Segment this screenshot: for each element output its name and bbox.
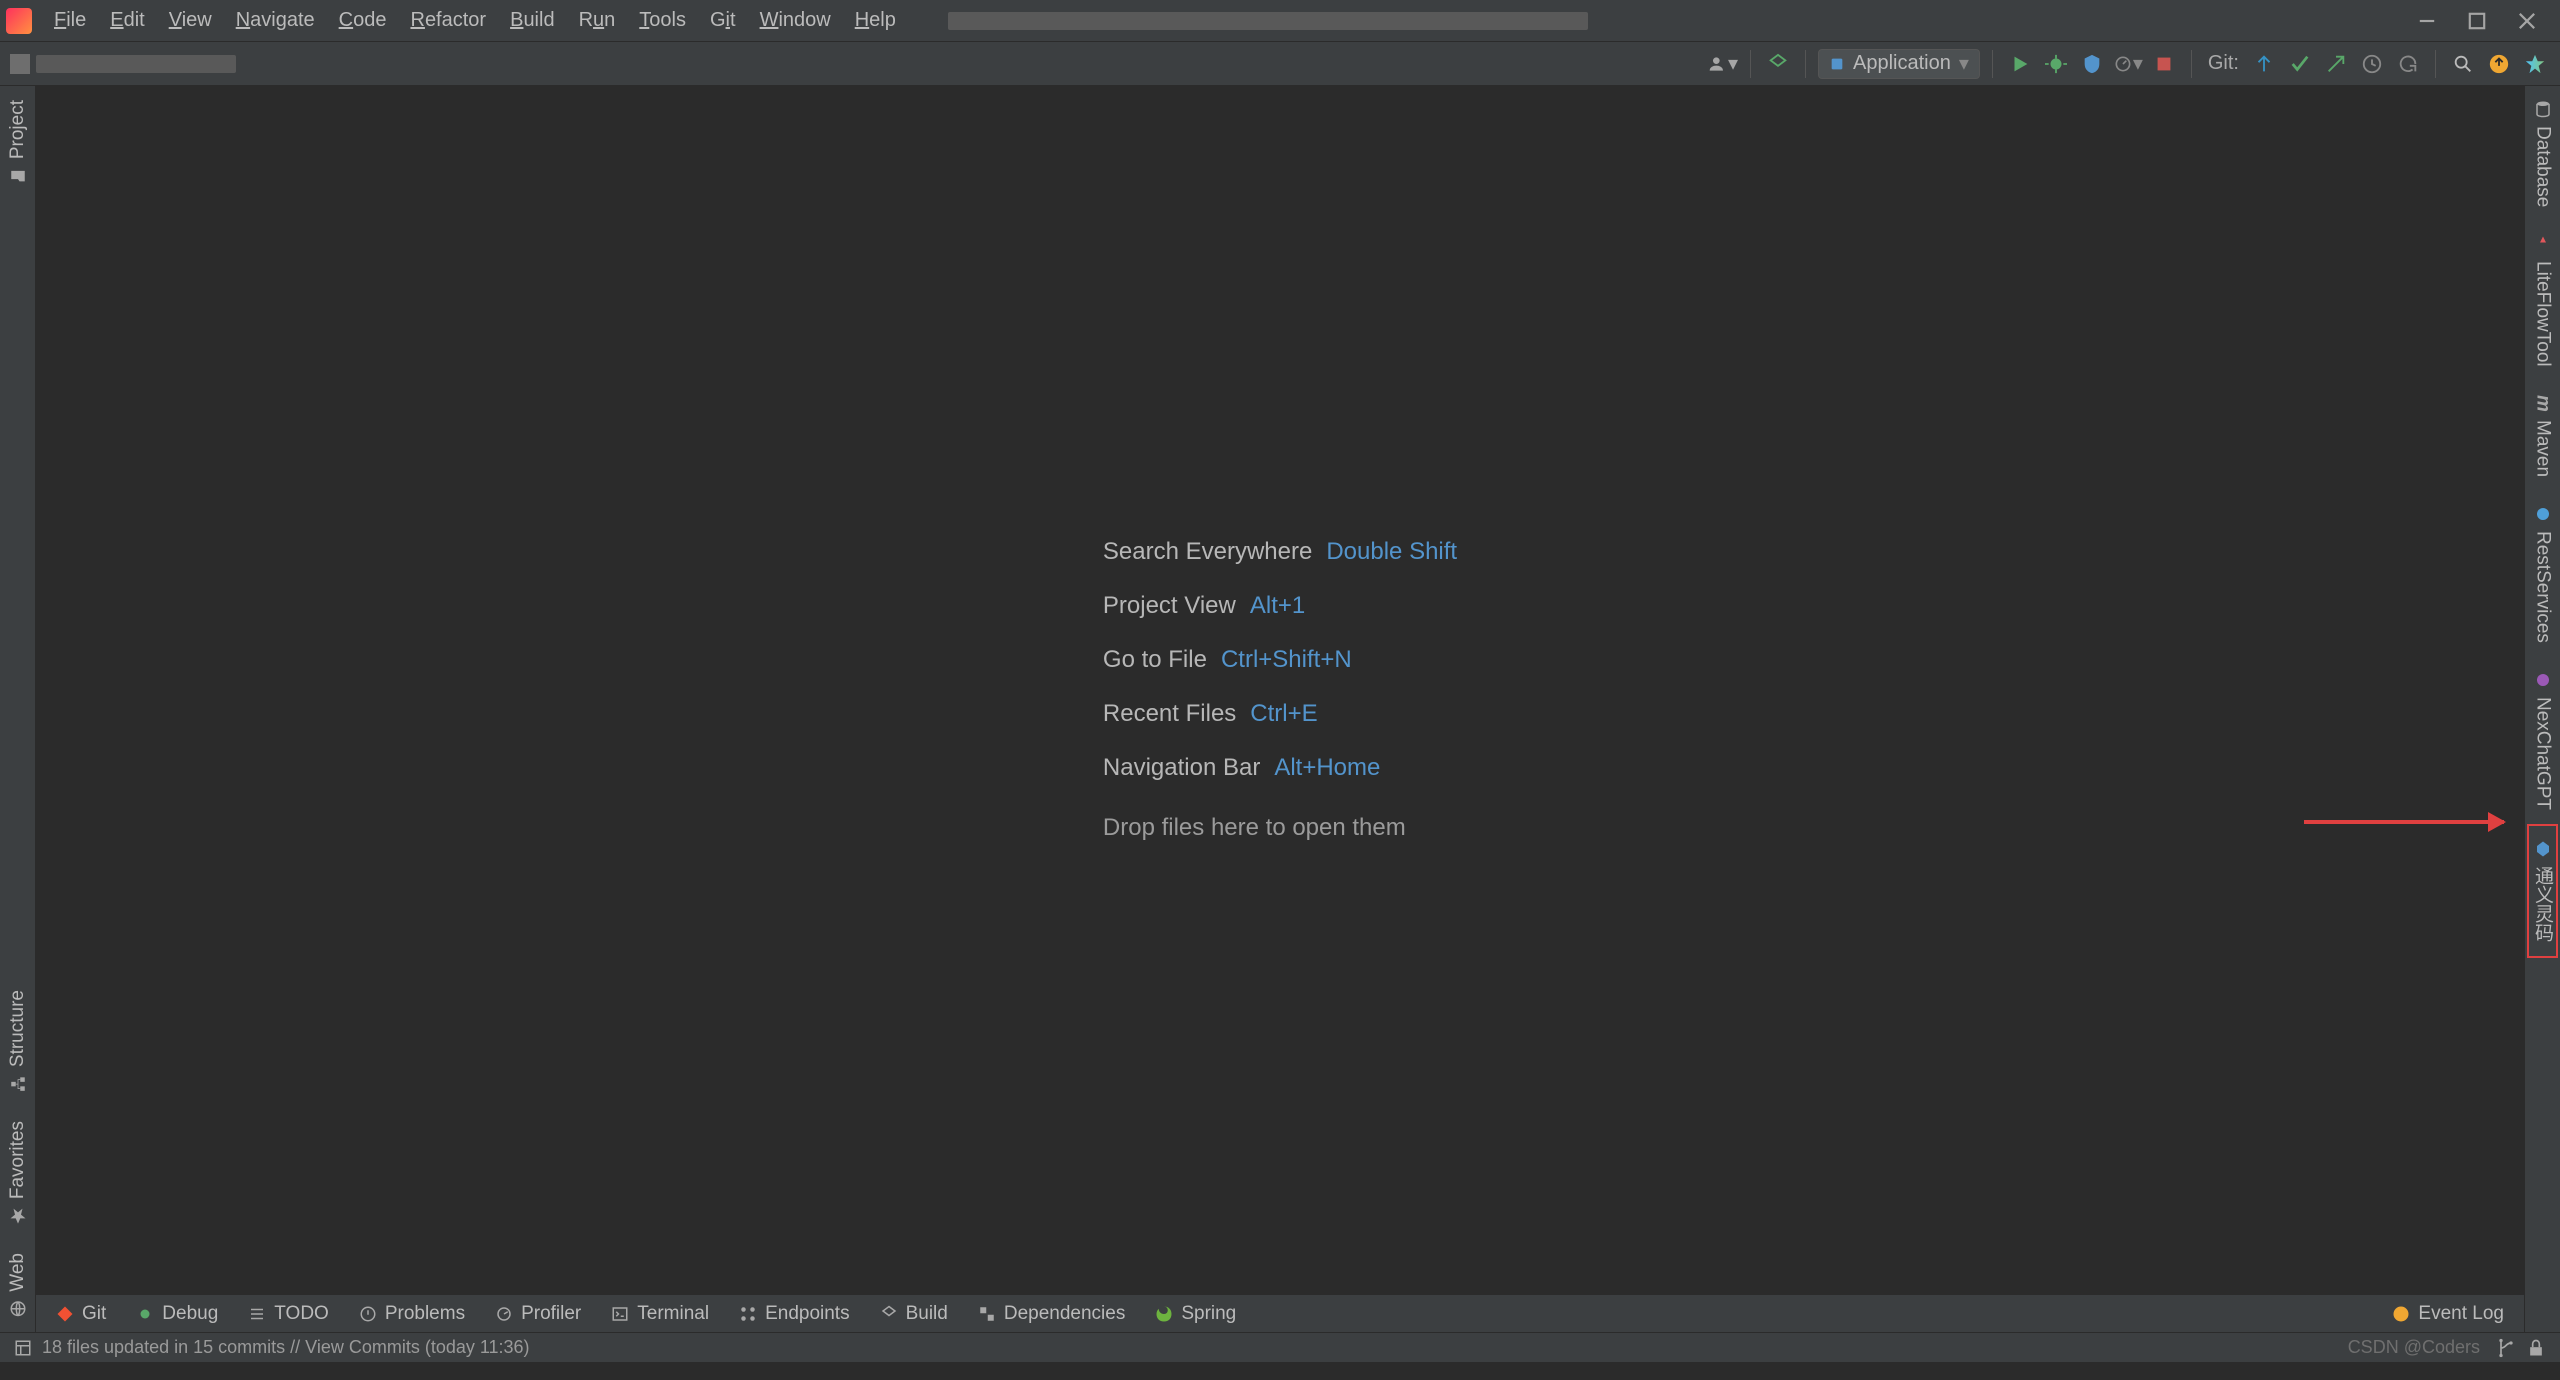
hint-list: Search EverywhereDouble Shift Project Vi… (1103, 538, 1457, 842)
menu-git[interactable]: Git (698, 0, 748, 41)
git-push-icon[interactable] (2321, 49, 2351, 79)
debug-button[interactable] (2041, 49, 2071, 79)
editor-area[interactable]: Search EverywhereDouble Shift Project Vi… (36, 86, 2524, 1332)
menu-edit[interactable]: Edit (98, 0, 156, 41)
favorites-tab[interactable]: Favorites (7, 1107, 29, 1239)
breadcrumb-icon (10, 54, 30, 74)
run-button[interactable] (2005, 49, 2035, 79)
title-redacted (948, 12, 1588, 30)
coverage-button[interactable] (2077, 49, 2107, 79)
problems-panel[interactable]: Problems (359, 1303, 465, 1325)
menu-build[interactable]: Build (498, 0, 566, 41)
tongyi-tab[interactable]: 通义灵码 (2527, 824, 2558, 958)
add-user-icon[interactable]: ▾ (1708, 49, 1738, 79)
status-message[interactable]: 18 files updated in 15 commits // View C… (42, 1337, 530, 1358)
web-tab[interactable]: Web (7, 1239, 29, 1332)
watermark: CSDN @Coders (2348, 1337, 2480, 1358)
left-tool-strip: Project Structure Favorites Web (0, 86, 36, 1332)
close-button[interactable] (2502, 0, 2552, 41)
lock-icon[interactable] (2526, 1338, 2546, 1358)
nexchatgpt-tab[interactable]: NexChatGPT (2532, 657, 2554, 824)
hint-go-to-file: Go to FileCtrl+Shift+N (1103, 646, 1457, 674)
structure-tab-label: Structure (7, 990, 29, 1067)
menu-refactor[interactable]: Refactor (398, 0, 498, 41)
terminal-panel[interactable]: Terminal (611, 1303, 709, 1325)
breadcrumb-redacted[interactable] (36, 55, 236, 73)
build-panel[interactable]: Build (880, 1303, 948, 1325)
favorites-tab-label: Favorites (7, 1121, 29, 1199)
menu-navigate[interactable]: Navigate (224, 0, 327, 41)
menu-window[interactable]: Window (748, 0, 843, 41)
branch-icon[interactable] (2496, 1338, 2516, 1358)
database-tab[interactable]: Database (2532, 86, 2554, 221)
menu-file[interactable]: File (42, 0, 98, 41)
drop-hint: Drop files here to open them (1103, 814, 1457, 842)
minimize-button[interactable] (2402, 0, 2452, 41)
status-bar: 18 files updated in 15 commits // View C… (0, 1332, 2560, 1362)
app-icon (6, 8, 32, 34)
main-toolbar: ▾ Application ▾ ▾ Git: (1708, 49, 2550, 79)
menubar: File Edit View Navigate Code Refactor Bu… (0, 0, 2560, 42)
event-log-panel[interactable]: Event Log (2392, 1303, 2504, 1325)
spring-panel[interactable]: Spring (1155, 1303, 1236, 1325)
maximize-button[interactable] (2452, 0, 2502, 41)
git-history-icon[interactable] (2357, 49, 2387, 79)
run-config-selector[interactable]: Application ▾ (1818, 49, 1980, 79)
menu-help[interactable]: Help (843, 0, 908, 41)
menu-view[interactable]: View (157, 0, 224, 41)
dependencies-panel[interactable]: Dependencies (978, 1303, 1125, 1325)
menu-run[interactable]: Run (567, 0, 628, 41)
hint-search-everywhere: Search EverywhereDouble Shift (1103, 538, 1457, 566)
debug-panel[interactable]: Debug (136, 1303, 218, 1325)
git-rollback-icon[interactable] (2393, 49, 2423, 79)
build-icon[interactable] (1763, 49, 1793, 79)
git-commit-icon[interactable] (2285, 49, 2315, 79)
liteflow-tab[interactable]: LiteFlowTool (2532, 221, 2554, 381)
git-label: Git: (2208, 52, 2239, 75)
maven-tab[interactable]: mMaven (2532, 381, 2554, 491)
bottom-tool-bar: Git Debug TODO Problems Profiler Termina… (36, 1294, 2524, 1332)
todo-panel[interactable]: TODO (248, 1303, 329, 1325)
hint-project-view: Project ViewAlt+1 (1103, 592, 1457, 620)
endpoints-panel[interactable]: Endpoints (739, 1303, 850, 1325)
hint-recent-files: Recent FilesCtrl+E (1103, 700, 1457, 728)
git-update-icon[interactable] (2249, 49, 2279, 79)
right-tool-strip: Database LiteFlowTool mMaven RestService… (2524, 86, 2560, 1332)
structure-tab[interactable]: Structure (7, 976, 29, 1107)
ai-assistant-icon[interactable] (2520, 49, 2550, 79)
restservices-tab[interactable]: RestServices (2532, 491, 2554, 657)
profiler-panel[interactable]: Profiler (495, 1303, 581, 1325)
navbar: ▾ Application ▾ ▾ Git: (0, 42, 2560, 86)
profile-button[interactable]: ▾ (2113, 49, 2143, 79)
project-tab-label: Project (7, 100, 29, 159)
menu-code[interactable]: Code (327, 0, 399, 41)
project-tab[interactable]: Project (7, 86, 29, 199)
git-panel[interactable]: Git (56, 1303, 106, 1325)
search-icon[interactable] (2448, 49, 2478, 79)
annotation-arrow (2304, 820, 2504, 824)
ide-update-icon[interactable] (2484, 49, 2514, 79)
web-tab-label: Web (7, 1253, 29, 1292)
welcome-screen: Search EverywhereDouble Shift Project Vi… (36, 86, 2524, 1294)
tool-windows-icon[interactable] (14, 1339, 32, 1357)
run-config-label: Application (1853, 52, 1951, 75)
stop-button[interactable] (2149, 49, 2179, 79)
hint-navigation-bar: Navigation BarAlt+Home (1103, 754, 1457, 782)
menu-tools[interactable]: Tools (627, 0, 698, 41)
